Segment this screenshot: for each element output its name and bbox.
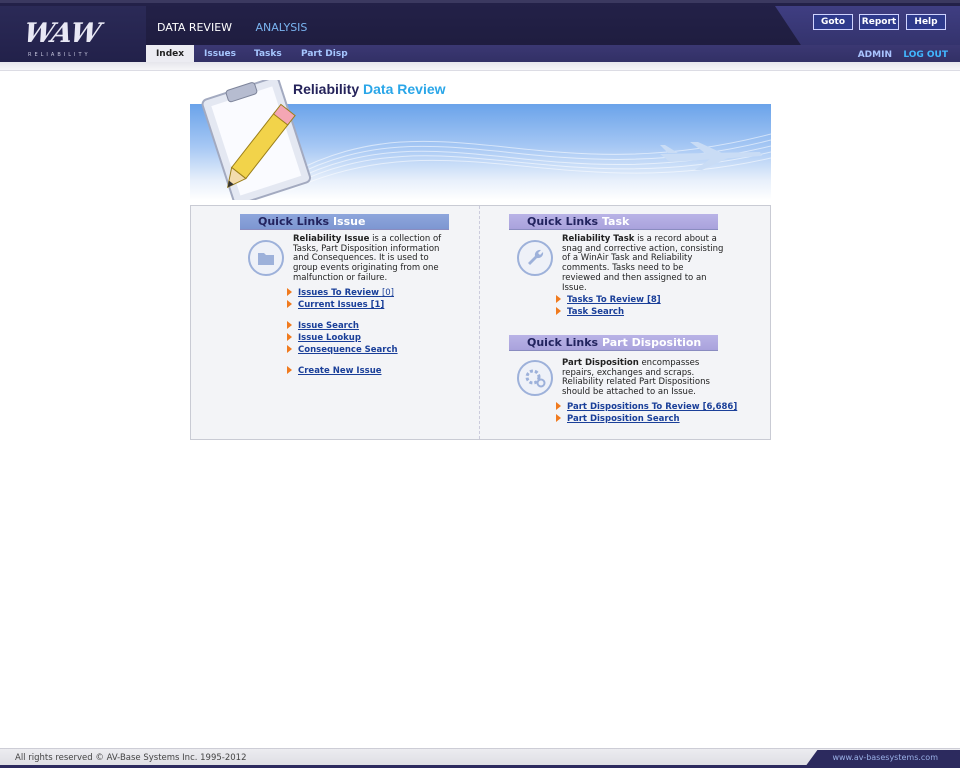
logout-link[interactable]: LOG OUT bbox=[903, 50, 948, 60]
panel-divider bbox=[479, 206, 480, 439]
site-url-link[interactable]: www.av-basesystems.com bbox=[832, 753, 938, 762]
tasks-to-review-link[interactable]: Tasks To Review [8] bbox=[556, 295, 661, 305]
help-button[interactable]: Help bbox=[906, 14, 946, 30]
app-window: WAW RELIABILITY DATA REVIEW ANALYSIS Got… bbox=[0, 0, 960, 768]
page-title: Reliability Data Review bbox=[293, 81, 446, 97]
quick-links-panel: Quick Links Issue Reliability Issue is a… bbox=[190, 205, 771, 440]
logo: WAW RELIABILITY bbox=[0, 6, 146, 62]
issue-description: Reliability Issue is a collection of Tas… bbox=[293, 234, 442, 283]
issue-search-link[interactable]: Issue Search bbox=[287, 321, 359, 331]
nav-data-review[interactable]: DATA REVIEW bbox=[157, 21, 232, 34]
partdisp-to-review-link[interactable]: Part Dispositions To Review [6,686] bbox=[556, 402, 737, 412]
logo-subtitle: RELIABILITY bbox=[28, 52, 91, 58]
top-nav: DATA REVIEW ANALYSIS bbox=[157, 21, 327, 34]
copyright-text: All rights reserved © AV-Base Systems In… bbox=[15, 753, 247, 763]
issue-quicklinks-header: Quick Links Issue bbox=[240, 214, 449, 230]
task-description: Reliability Task is a record about a sna… bbox=[562, 234, 724, 293]
nav-analysis[interactable]: ANALYSIS bbox=[256, 21, 308, 34]
consequence-search-link[interactable]: Consequence Search bbox=[287, 345, 398, 355]
task-search-link[interactable]: Task Search bbox=[556, 307, 624, 317]
banner: Reliability Data Review bbox=[190, 78, 771, 200]
report-button[interactable]: Report bbox=[859, 14, 899, 30]
folder-icon bbox=[248, 240, 284, 276]
partdisp-description: Part Disposition encompasses repairs, ex… bbox=[562, 358, 710, 398]
goto-button[interactable]: Goto bbox=[813, 14, 853, 30]
current-issues-link[interactable]: Current Issues [1] bbox=[287, 300, 384, 310]
wrench-icon bbox=[517, 240, 553, 276]
user-name: ADMIN bbox=[857, 50, 892, 60]
header: WAW RELIABILITY DATA REVIEW ANALYSIS Got… bbox=[0, 0, 960, 65]
logo-mark: WAW bbox=[21, 18, 103, 49]
partdisp-search-link[interactable]: Part Disposition Search bbox=[556, 414, 680, 424]
create-new-issue-link[interactable]: Create New Issue bbox=[287, 366, 382, 376]
task-quicklinks-header: Quick Links Task bbox=[509, 214, 718, 230]
issues-to-review-link[interactable]: Issues To Review [0] bbox=[287, 288, 394, 298]
issue-lookup-link[interactable]: Issue Lookup bbox=[287, 333, 361, 343]
partdisp-quicklinks-header: Quick Links Part Disposition bbox=[509, 335, 718, 351]
gears-icon bbox=[517, 360, 553, 396]
clipboard-pencil-icon bbox=[201, 80, 312, 200]
header-divider bbox=[0, 62, 960, 71]
